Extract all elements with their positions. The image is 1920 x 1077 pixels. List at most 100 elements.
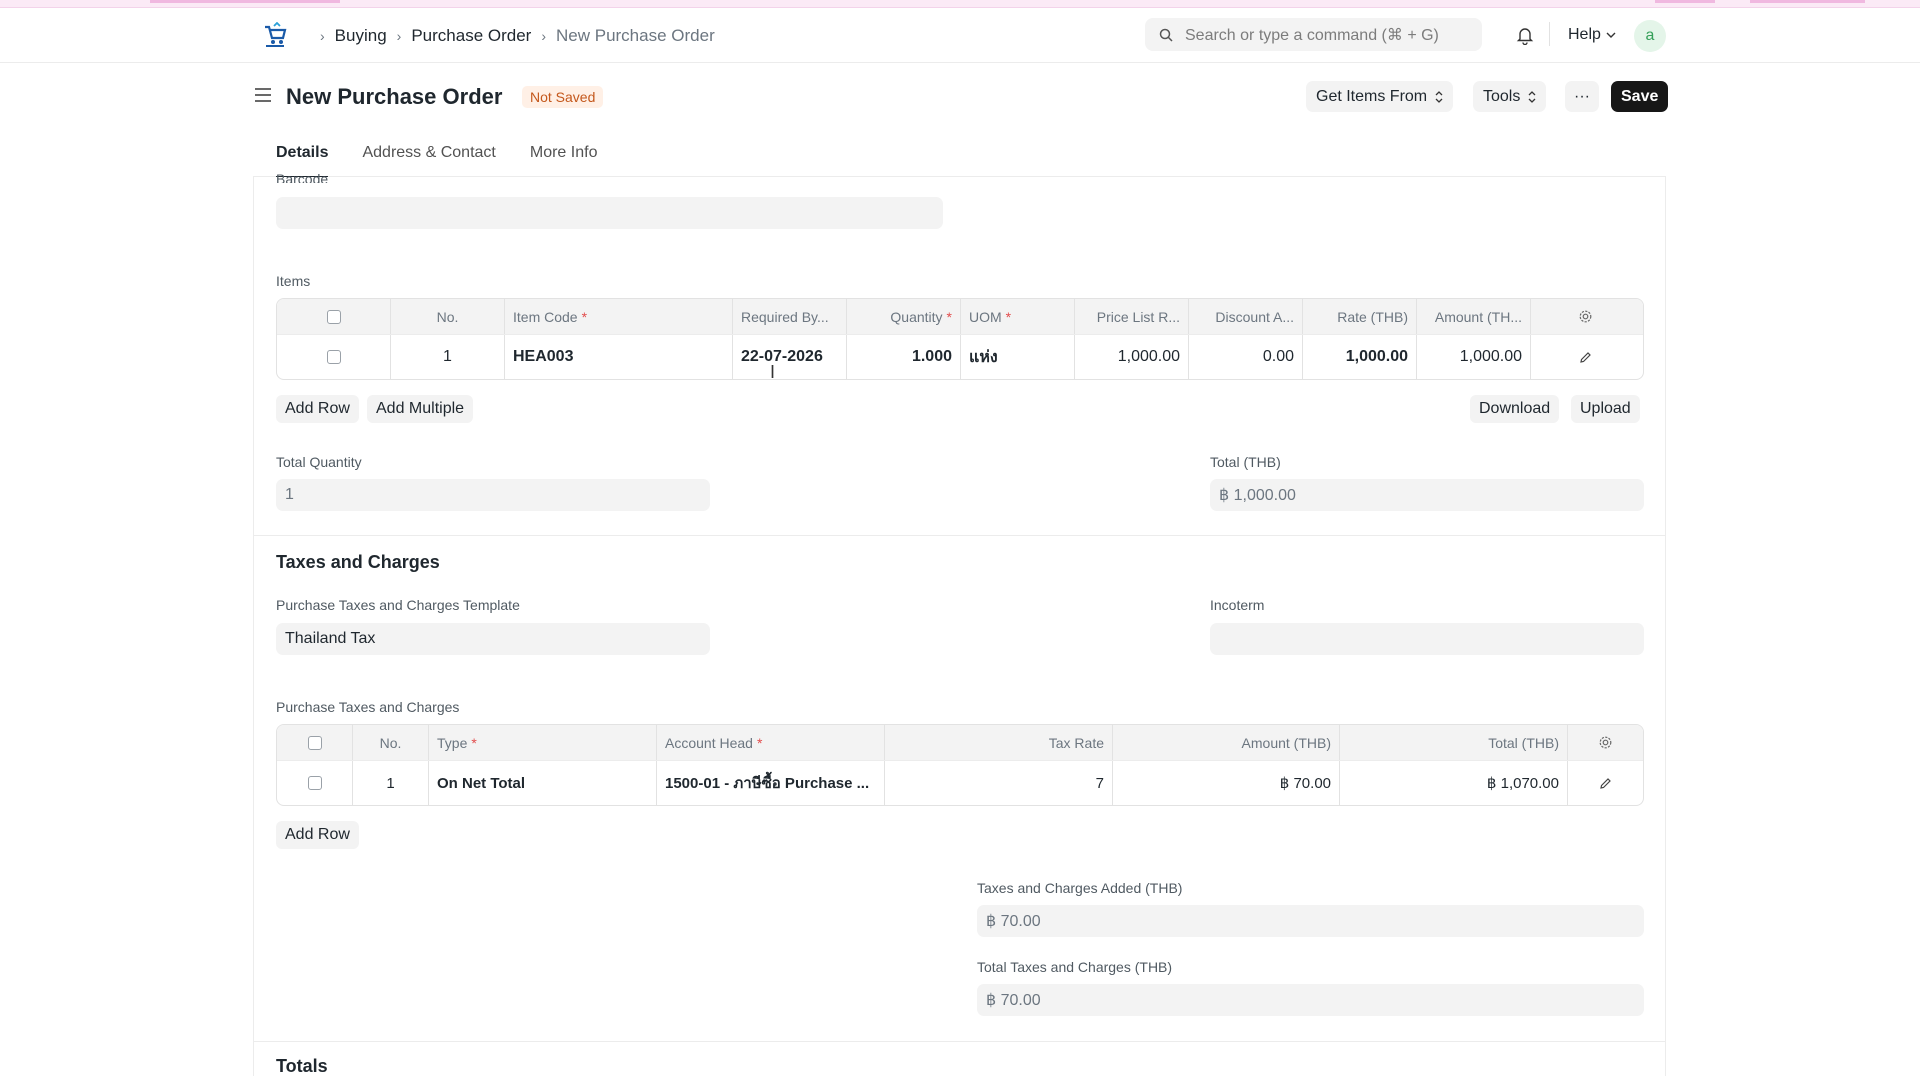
col-item-code-label: Item Code bbox=[513, 308, 578, 325]
cell-quantity[interactable]: 1.000 bbox=[847, 335, 961, 379]
add-row-button[interactable]: Add Row bbox=[276, 395, 359, 423]
chevron-up-down-icon bbox=[1435, 90, 1443, 103]
tax-template-label: Purchase Taxes and Charges Template bbox=[276, 597, 520, 613]
incoterm-input[interactable] bbox=[1210, 623, 1644, 655]
column-settings-cell bbox=[1568, 725, 1643, 760]
help-dropdown[interactable]: Help bbox=[1568, 26, 1616, 44]
col-rate: Rate (THB) bbox=[1303, 299, 1417, 334]
row-edit-cell bbox=[1531, 335, 1639, 379]
col-no: No. bbox=[391, 299, 505, 334]
gear-icon[interactable] bbox=[1578, 309, 1593, 324]
cell-no: 1 bbox=[391, 335, 505, 379]
cell-discount[interactable]: 0.00 bbox=[1189, 335, 1303, 379]
totals-section-title: Totals bbox=[276, 1056, 328, 1076]
add-tax-row-button[interactable]: Add Row bbox=[276, 821, 359, 849]
required-asterisk: * bbox=[1005, 308, 1012, 325]
save-button[interactable]: Save bbox=[1611, 81, 1669, 112]
col-account-head-label: Account Head bbox=[665, 734, 753, 751]
tab-address-contact[interactable]: Address & Contact bbox=[362, 129, 495, 177]
tax-template-input[interactable]: Thailand Tax bbox=[276, 623, 710, 655]
col-uom-label: UOM bbox=[969, 308, 1002, 325]
cell-tax-amount[interactable]: ฿ 70.00 bbox=[1113, 761, 1340, 805]
barcode-input[interactable] bbox=[276, 197, 943, 229]
col-no: No. bbox=[353, 725, 429, 760]
row-checkbox[interactable] bbox=[307, 776, 322, 790]
cell-rate[interactable]: 1,000.00 bbox=[1303, 335, 1417, 379]
download-button[interactable]: Download bbox=[1470, 395, 1560, 423]
avatar[interactable]: a bbox=[1634, 20, 1666, 52]
cell-required-by[interactable]: 22-07-2026 bbox=[733, 335, 847, 379]
required-asterisk: * bbox=[946, 308, 952, 325]
column-settings-cell bbox=[1531, 299, 1639, 334]
page-load-progress bbox=[0, 0, 1920, 8]
col-quantity-label: Quantity bbox=[890, 308, 943, 325]
col-tax-rate: Tax Rate bbox=[885, 725, 1113, 760]
total-taxes-label: Total Taxes and Charges (THB) bbox=[977, 959, 1173, 975]
col-type: Type * bbox=[429, 725, 657, 760]
gear-icon[interactable] bbox=[1598, 735, 1613, 750]
col-quantity: Quantity * bbox=[847, 299, 961, 334]
select-all-cell bbox=[277, 725, 353, 760]
total-thb-label: Total (THB) bbox=[1210, 454, 1281, 470]
search-input[interactable]: Search or type a command (⌘ + G) bbox=[1145, 18, 1482, 51]
breadcrumb-purchase-order[interactable]: Purchase Order bbox=[411, 26, 531, 46]
select-all-cell bbox=[277, 299, 391, 334]
sidebar-toggle-icon[interactable] bbox=[254, 87, 272, 108]
select-all-checkbox[interactable] bbox=[307, 735, 322, 750]
page-title: New Purchase Order bbox=[286, 84, 503, 109]
search-icon bbox=[1159, 28, 1173, 42]
edit-icon[interactable] bbox=[1599, 777, 1612, 790]
incoterm-label: Incoterm bbox=[1210, 597, 1265, 613]
select-all-checkbox[interactable] bbox=[326, 309, 341, 324]
status-badge: Not Saved bbox=[522, 86, 604, 108]
edit-icon[interactable] bbox=[1579, 351, 1592, 364]
row-checkbox[interactable] bbox=[326, 350, 341, 364]
taxes-added-field: ฿ 70.00 bbox=[977, 905, 1644, 937]
breadcrumb-buying[interactable]: Buying bbox=[335, 26, 387, 46]
tab-more-info[interactable]: More Info bbox=[530, 129, 598, 177]
chevron-right-icon: › bbox=[541, 28, 546, 44]
row-edit-cell bbox=[1568, 761, 1643, 805]
form-tabs: Details Address & Contact More Info bbox=[253, 129, 1666, 177]
cell-type[interactable]: On Net Total bbox=[429, 761, 657, 805]
get-items-from-label: Get Items From bbox=[1316, 87, 1428, 105]
col-account-head: Account Head * bbox=[657, 725, 885, 760]
col-uom: UOM * bbox=[961, 299, 1075, 334]
taxes-table-header: No. Type * Account Head * Tax Rate Amount … bbox=[277, 725, 1643, 761]
cell-price-list-rate[interactable]: 1,000.00 bbox=[1075, 335, 1189, 379]
chevron-down-icon bbox=[1606, 32, 1616, 38]
items-label: Items bbox=[276, 273, 311, 289]
bell-icon[interactable] bbox=[1516, 26, 1534, 50]
section-divider bbox=[254, 1041, 1665, 1042]
total-taxes-field: ฿ 70.00 bbox=[977, 984, 1644, 1016]
col-item-code: Item Code * bbox=[505, 299, 733, 334]
required-asterisk: * bbox=[581, 308, 588, 325]
add-multiple-button[interactable]: Add Multiple bbox=[367, 395, 474, 423]
search-placeholder: Search or type a command (⌘ + G) bbox=[1185, 26, 1439, 44]
upload-button[interactable]: Upload bbox=[1571, 395, 1640, 423]
text-cursor-icon: I bbox=[770, 362, 776, 382]
row-select-cell bbox=[277, 335, 391, 379]
table-row[interactable]: 1 HEA003 22-07-2026 1.000 แห่ง 1,000.00 … bbox=[277, 335, 1643, 379]
col-discount: Discount A... bbox=[1189, 299, 1303, 334]
cell-uom[interactable]: แห่ง bbox=[961, 335, 1075, 379]
chevron-right-icon: › bbox=[396, 28, 402, 44]
breadcrumb-current: New Purchase Order bbox=[556, 26, 715, 45]
navbar: › Buying › Purchase Order › New Purchase… bbox=[0, 8, 1920, 63]
tab-details[interactable]: Details bbox=[276, 129, 329, 177]
more-actions-button[interactable]: ··· bbox=[1565, 81, 1599, 112]
cell-item-code[interactable]: HEA003 bbox=[505, 335, 733, 379]
get-items-from-button[interactable]: Get Items From bbox=[1306, 81, 1454, 112]
items-table: No. Item Code * Required By... Quantity * … bbox=[276, 298, 1644, 380]
tools-button[interactable]: Tools bbox=[1473, 81, 1547, 112]
cell-account-head[interactable]: 1500-01 - ภาษีซื้อ Purchase ... bbox=[657, 761, 885, 805]
app-logo[interactable] bbox=[262, 21, 288, 48]
cell-tax-rate[interactable]: 7 bbox=[885, 761, 1113, 805]
taxes-section-title: Taxes and Charges bbox=[276, 552, 440, 572]
page-header: New Purchase Order Not Saved Get Items F… bbox=[0, 63, 1920, 129]
col-type-label: Type bbox=[437, 734, 468, 751]
table-row[interactable]: 1 On Net Total 1500-01 - ภาษีซื้อ Purcha… bbox=[277, 761, 1643, 805]
total-thb-field: ฿ 1,000.00 bbox=[1210, 479, 1644, 511]
cell-no: 1 bbox=[353, 761, 429, 805]
taxes-table-label: Purchase Taxes and Charges bbox=[276, 699, 460, 715]
